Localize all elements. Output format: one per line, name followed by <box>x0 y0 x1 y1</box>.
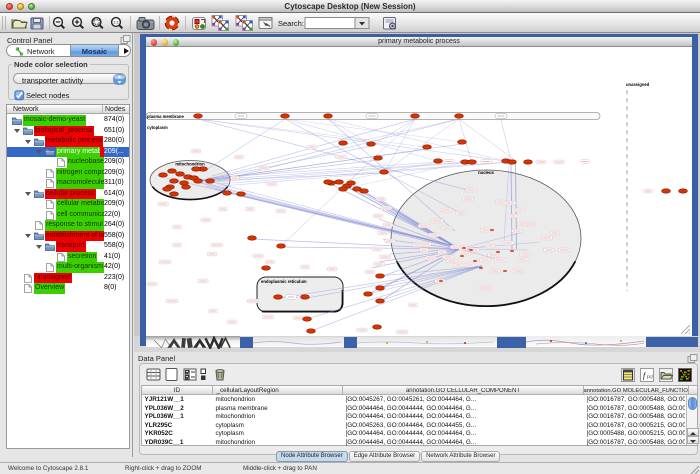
svg-text:(x): (x) <box>647 375 653 380</box>
svg-text:endoplasmic reticulum: endoplasmic reticulum <box>261 279 307 284</box>
svg-text:plasma membrane: plasma membrane <box>147 114 184 119</box>
svg-text:1:1: 1:1 <box>113 20 119 25</box>
svg-text:unassigned: unassigned <box>626 82 650 87</box>
svg-text:nucleus: nucleus <box>478 170 494 175</box>
svg-text:Search:: Search: <box>278 19 304 28</box>
svg-text:mitochondrion: mitochondrion <box>175 162 205 167</box>
svg-text:cytoplasm: cytoplasm <box>147 125 168 130</box>
